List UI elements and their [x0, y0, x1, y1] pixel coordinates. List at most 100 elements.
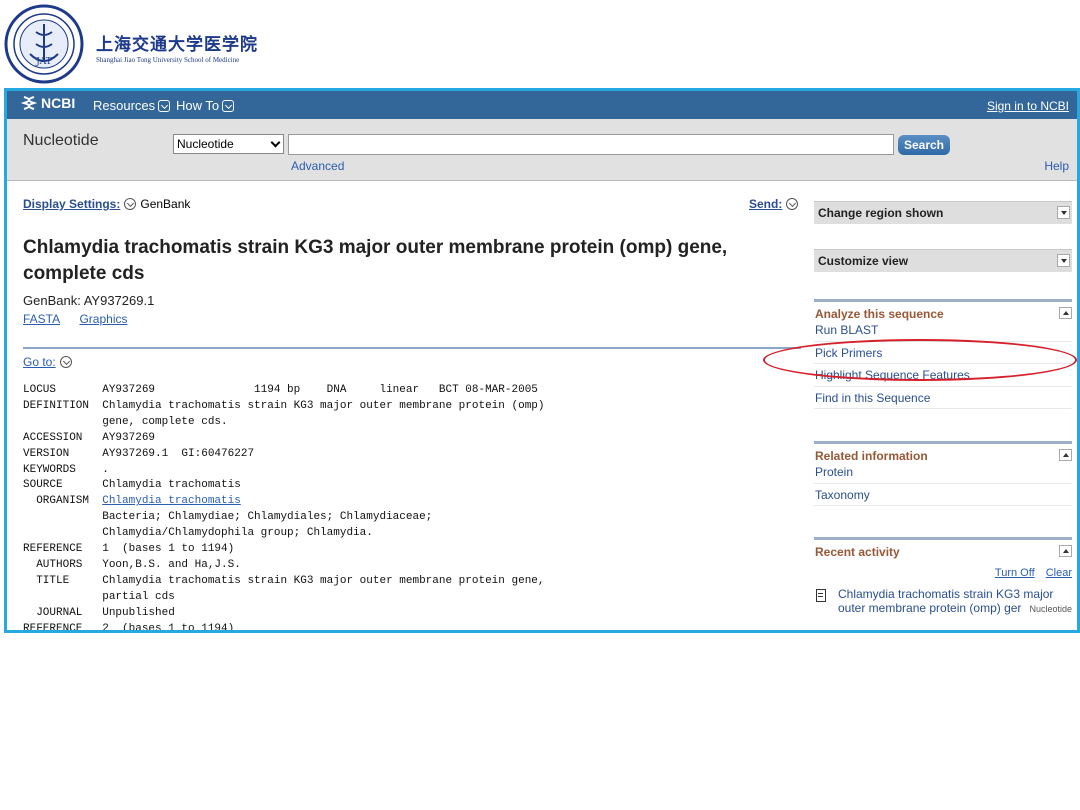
flatfile-key: LOCUS — [23, 384, 103, 396]
recent-activity-tools: Turn Off Clear — [814, 557, 1072, 579]
record-main: Display Settings: GenBank Send: Chlamydi… — [23, 197, 803, 630]
change-region-portlet[interactable]: Change region shown — [814, 201, 1072, 224]
chevron-down-icon — [786, 198, 799, 210]
recent-activity-item[interactable]: Chlamydia trachomatis strain KG3 major o… — [814, 587, 1072, 616]
flatfile-key — [23, 416, 102, 428]
flatfile-value: 1 (bases 1 to 1194) — [102, 543, 235, 556]
flatfile-value: AY937269 — [102, 431, 156, 444]
genbank-accession: GenBank: AY937269.1 — [23, 293, 155, 308]
customize-view-portlet[interactable]: Customize view — [814, 249, 1072, 272]
clear-link[interactable]: Clear — [1046, 567, 1072, 579]
flatfile-value: AY937269 1194 bp DNA linear BCT 08-MAR-2… — [102, 384, 538, 396]
ncbi-top-bar: NCBI Resources How To Sign in to NCBI — [7, 91, 1077, 119]
recent-activity-section: Recent activity Turn Off Clear Chlamydia… — [814, 537, 1072, 616]
resources-menu[interactable]: Resources — [93, 98, 171, 113]
change-region-label: Change region shown — [818, 206, 944, 220]
ncbi-logo[interactable]: NCBI — [21, 95, 75, 111]
recent-title-text: Recent activity — [815, 545, 900, 559]
goto-menu[interactable]: Go to: — [23, 355, 76, 369]
flatfile-key: TITLE — [23, 574, 103, 587]
display-settings-link[interactable]: Display Settings: — [23, 197, 120, 211]
flatfile-line: VERSION AY937269.1 GI:60476227 — [23, 447, 545, 463]
taxonomy-link[interactable]: Taxonomy — [814, 484, 1072, 506]
search-button[interactable]: Search — [898, 135, 950, 155]
related-title-text: Related information — [815, 449, 928, 463]
red-highlight-ellipse — [763, 339, 1077, 381]
flatfile-value: Unpublished — [102, 606, 175, 619]
flatfile-value: Chlamydia trachomatis strain KG3 major o… — [102, 574, 545, 587]
recent-activity-title: Recent activity — [814, 537, 1072, 559]
collapse-icon[interactable] — [1059, 449, 1072, 461]
sign-in-link[interactable]: Sign in to NCBI — [987, 99, 1069, 113]
flatfile-line: Bacteria; Chlamydiae; Chlamydiales; Chla… — [23, 510, 545, 526]
flatfile-line: REFERENCE 2 (bases 1 to 1194) — [23, 622, 545, 633]
search-input[interactable] — [288, 134, 894, 155]
ncbi-helix-icon — [21, 96, 37, 110]
slide-header: JAT 上海交通大学医学院 Shanghai Jiao Tong Univers… — [0, 0, 1080, 88]
flatfile-value: gene, complete cds. — [102, 415, 228, 428]
genbank-flatfile: LOCUS AY937269 1194 bp DNA linear BCT 08… — [23, 383, 545, 633]
flatfile-value: partial cds — [102, 590, 175, 603]
record-title: Chlamydia trachomatis strain KG3 major o… — [23, 237, 728, 284]
chevron-down-icon[interactable] — [124, 198, 137, 210]
flatfile-key: REFERENCE — [23, 543, 103, 556]
flatfile-line: AUTHORS Yoon,B.S. and Ha,J.S. — [23, 558, 545, 574]
sidebar: Change region shown Customize view Analy… — [814, 201, 1072, 616]
flatfile-value: AY937269.1 GI:60476227 — [102, 447, 255, 460]
flatfile-line: gene, complete cds. — [23, 415, 545, 431]
flatfile-line: TITLE Chlamydia trachomatis strain KG3 m… — [23, 574, 545, 590]
flatfile-line: Chlamydia/Chlamydophila group; Chlamydia… — [23, 526, 545, 542]
organism-link[interactable]: Chlamydia trachomatis — [102, 495, 241, 507]
flatfile-line: ACCESSION AY937269 — [23, 431, 545, 447]
chevron-down-icon — [222, 99, 235, 112]
university-name-en: Shanghai Jiao Tong University School of … — [96, 56, 240, 64]
goto-label: Go to: — [23, 355, 56, 369]
flatfile-line: REFERENCE 1 (bases 1 to 1194) — [23, 542, 545, 558]
flatfile-key: VERSION — [23, 447, 103, 460]
search-area: Nucleotide Nucleotide Search Advanced He… — [7, 119, 1077, 181]
display-settings-bar: Display Settings: GenBank — [23, 197, 803, 211]
svg-text:JAT: JAT — [35, 57, 52, 67]
send-menu[interactable]: Send: — [749, 197, 802, 211]
flatfile-value: Yoon,B.S. and Ha,J.S. — [102, 558, 241, 571]
display-format: GenBank — [140, 197, 191, 211]
flatfile-key: REFERENCE — [23, 622, 103, 633]
related-section-title: Related information — [814, 441, 1072, 463]
flatfile-key — [23, 591, 102, 603]
help-link[interactable]: Help — [1044, 159, 1069, 173]
flatfile-line: ORGANISM Chlamydia trachomatis — [23, 494, 545, 510]
database-select-value: Nucleotide — [177, 137, 234, 151]
database-select[interactable]: Nucleotide — [173, 134, 284, 154]
advanced-search-link[interactable]: Advanced — [291, 159, 344, 173]
flatfile-key: AUTHORS — [23, 558, 103, 571]
send-label: Send: — [749, 197, 783, 211]
flatfile-key: ACCESSION — [23, 431, 103, 444]
fasta-link[interactable]: FASTA — [23, 312, 60, 326]
find-in-sequence-link[interactable]: Find in this Sequence — [814, 387, 1072, 409]
flatfile-value: Chlamydia/Chlamydophila group; Chlamydia… — [102, 527, 373, 540]
flatfile-line: DEFINITION Chlamydia trachomatis strain … — [23, 399, 545, 415]
protein-link[interactable]: Protein — [814, 461, 1072, 484]
run-blast-link[interactable]: Run BLAST — [814, 319, 1072, 342]
flatfile-line: KEYWORDS . — [23, 463, 545, 479]
flatfile-value: . — [102, 463, 109, 476]
graphics-link[interactable]: Graphics — [79, 312, 127, 326]
howto-label: How To — [176, 98, 220, 113]
flatfile-value: Bacteria; Chlamydiae; Chlamydiales; Chla… — [102, 511, 433, 524]
chevron-down-icon — [270, 137, 281, 148]
dropdown-arrow-icon — [1057, 254, 1070, 267]
flatfile-line: SOURCE Chlamydia trachomatis — [23, 478, 545, 494]
database-title: Nucleotide — [23, 132, 99, 149]
turn-off-link[interactable]: Turn Off — [995, 567, 1035, 579]
chevron-down-icon — [158, 99, 171, 112]
ncbi-screenshot-frame: NCBI Resources How To Sign in to NCBI Nu… — [4, 88, 1080, 633]
flatfile-line: JOURNAL Unpublished — [23, 606, 545, 622]
university-logo-text: 上海交通大学医学院 Shanghai Jiao Tong University … — [96, 30, 258, 64]
analyze-section-title: Analyze this sequence — [814, 299, 1072, 321]
resources-label: Resources — [93, 98, 156, 113]
collapse-icon[interactable] — [1059, 545, 1072, 557]
recent-item-db: Nucleotide — [1027, 602, 1072, 616]
collapse-icon[interactable] — [1059, 307, 1072, 319]
howto-menu[interactable]: How To — [176, 98, 235, 113]
section-divider — [23, 347, 801, 349]
